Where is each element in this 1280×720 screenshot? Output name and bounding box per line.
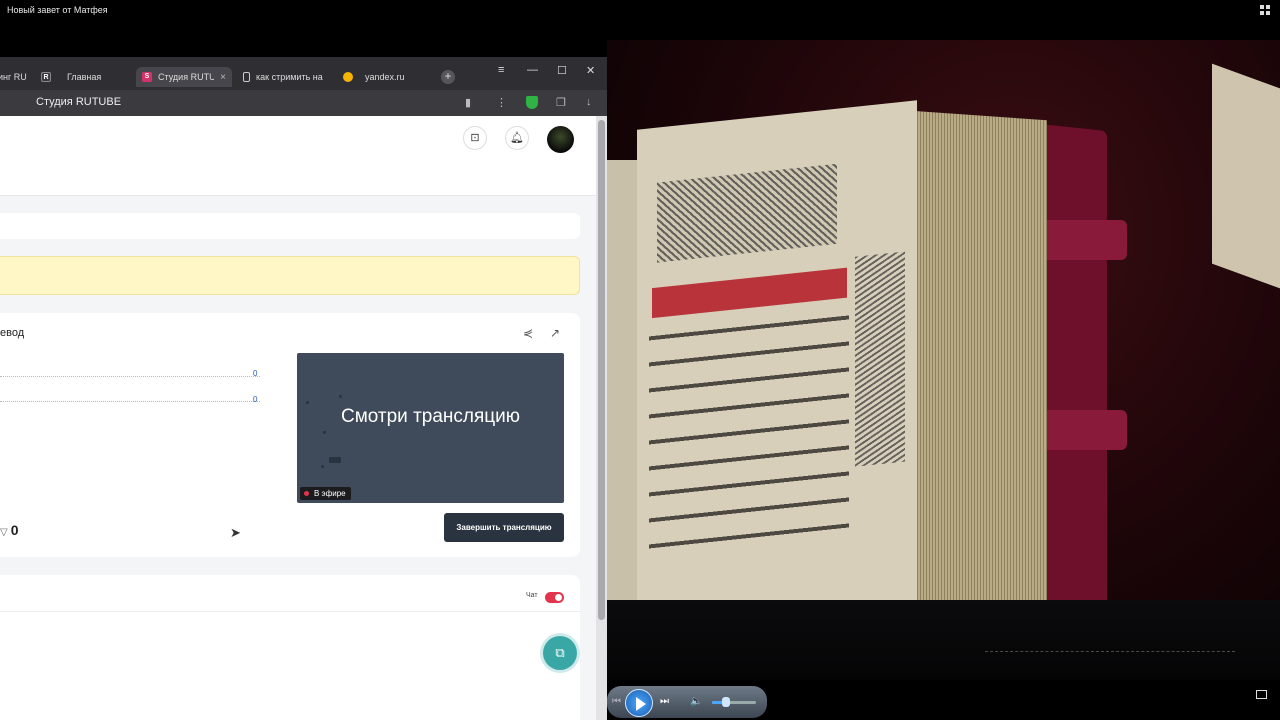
- page-side-ornament: [855, 251, 905, 467]
- share-icon[interactable]: ⋞: [523, 326, 533, 340]
- chat-card: Чат: [0, 575, 580, 720]
- preview-dot: [339, 395, 342, 398]
- tab-yandex[interactable]: yandex.ru: [343, 67, 423, 87]
- tab-bar: инг RU R Главная S Студия RUTUBE × как с…: [0, 57, 607, 90]
- page-favicon-icon: [243, 72, 250, 82]
- display-stand: [607, 600, 1280, 680]
- book-pages-edge: [897, 109, 1047, 621]
- more-icon[interactable]: ⋮: [496, 96, 507, 109]
- tab-studio[interactable]: S Студия RUTUBE ×: [136, 67, 232, 87]
- likes-value: 0: [10, 522, 19, 538]
- stream-card: евод ⋞ ↗ 0 0 Смотри трансляцию В эфире ▽…: [0, 313, 580, 557]
- download-icon[interactable]: ↓: [586, 96, 592, 108]
- likes-counter: ▽ 0: [0, 522, 19, 538]
- tab-home[interactable]: R Главная: [41, 67, 121, 87]
- stat-row: [0, 401, 260, 402]
- preview-dot: [329, 457, 341, 463]
- yandex-favicon-icon: [343, 72, 353, 82]
- screen: Новый завет от Матфея ⏮ ⏭ 🔈 инг RU R Гла…: [0, 0, 1280, 720]
- studio-favicon-icon: S: [142, 72, 152, 82]
- close-tab-icon[interactable]: ×: [220, 72, 226, 83]
- collections-icon[interactable]: ❐: [556, 96, 566, 109]
- live-badge-label: В эфире: [314, 489, 346, 498]
- maximize-icon[interactable]: ☐: [557, 64, 567, 77]
- volume-slider[interactable]: [712, 701, 756, 704]
- live-badge: В эфире: [300, 487, 351, 500]
- end-stream-button[interactable]: Завершить трансляцию: [444, 513, 564, 542]
- preview-dot: [321, 465, 324, 468]
- rutube-favicon-icon: R: [41, 72, 51, 82]
- play-button[interactable]: [625, 689, 653, 717]
- bookmark-icon[interactable]: ▮: [465, 96, 471, 109]
- page-ornament: [657, 163, 837, 263]
- chat-toggle[interactable]: [545, 592, 564, 603]
- new-tab-button[interactable]: +: [441, 70, 455, 84]
- browser-window: инг RU R Главная S Студия RUTUBE × как с…: [0, 57, 607, 720]
- page-title: Студия RUTUBE: [36, 96, 122, 108]
- info-strip: [0, 213, 580, 239]
- page-text-lines: [649, 307, 849, 569]
- tab-label: как стримить на: [256, 72, 323, 82]
- grid-icon[interactable]: [1260, 5, 1270, 15]
- card-title: евод: [0, 327, 25, 339]
- studio-page: ⊡ 🔔︎ евод ⋞ ↗ 0 0 Смотри трансляцию В эф…: [0, 116, 596, 720]
- volume-knob[interactable]: [722, 697, 730, 707]
- seek-bar[interactable]: [985, 651, 1235, 652]
- tab-label: инг RU: [0, 72, 27, 82]
- stat-value: 0: [253, 369, 258, 378]
- address-bar[interactable]: Студия RUTUBE ▮ ⋮ ❐ ↓: [0, 90, 607, 116]
- previous-icon[interactable]: ⏮: [612, 697, 621, 707]
- chat-label: Чат: [526, 592, 538, 599]
- scrollbar[interactable]: [596, 116, 607, 720]
- bell-icon[interactable]: 🔔︎: [505, 126, 529, 150]
- player-title: Новый завет от Матфея: [7, 5, 108, 15]
- stat-value: 0: [253, 395, 258, 404]
- upload-icon[interactable]: ⊡: [463, 126, 487, 150]
- dislike-icon[interactable]: ▽: [0, 527, 8, 538]
- notice-banner: [0, 256, 580, 295]
- tab-label: Главная: [67, 72, 102, 82]
- studio-header: ⊡ 🔔︎: [0, 116, 596, 196]
- preview-dot: [306, 401, 309, 404]
- book-page: [637, 100, 917, 630]
- live-dot-icon: [304, 491, 309, 496]
- tab-how-to-stream[interactable]: как стримить на: [243, 67, 327, 87]
- external-link-icon[interactable]: ↗: [550, 326, 560, 340]
- browser-menu-icon[interactable]: ≡: [498, 64, 504, 76]
- tab-label: yandex.ru: [365, 72, 405, 82]
- close-window-icon[interactable]: ✕: [586, 64, 595, 77]
- tab-label: Студия RUTUBE: [158, 72, 215, 82]
- support-chat-button[interactable]: ⧉: [543, 636, 577, 670]
- avatar[interactable]: [547, 126, 574, 153]
- fullscreen-icon[interactable]: [1256, 690, 1267, 699]
- stat-row: [0, 376, 260, 377]
- stream-preview[interactable]: Смотри трансляцию В эфире: [297, 353, 564, 503]
- tab-rutube-live[interactable]: инг RU: [0, 67, 28, 87]
- protect-shield-icon[interactable]: [526, 96, 538, 109]
- preview-text: Смотри трансляцию: [340, 406, 521, 427]
- mouse-cursor-icon: ➤: [230, 525, 241, 540]
- divider: [0, 611, 580, 612]
- preview-dot: [323, 431, 326, 434]
- second-book: [1212, 63, 1280, 297]
- volume-icon[interactable]: 🔈: [690, 697, 702, 707]
- video-frame[interactable]: [607, 40, 1280, 680]
- next-icon[interactable]: ⏭: [660, 697, 669, 707]
- minimize-icon[interactable]: —: [527, 64, 538, 76]
- scroll-thumb[interactable]: [598, 120, 605, 620]
